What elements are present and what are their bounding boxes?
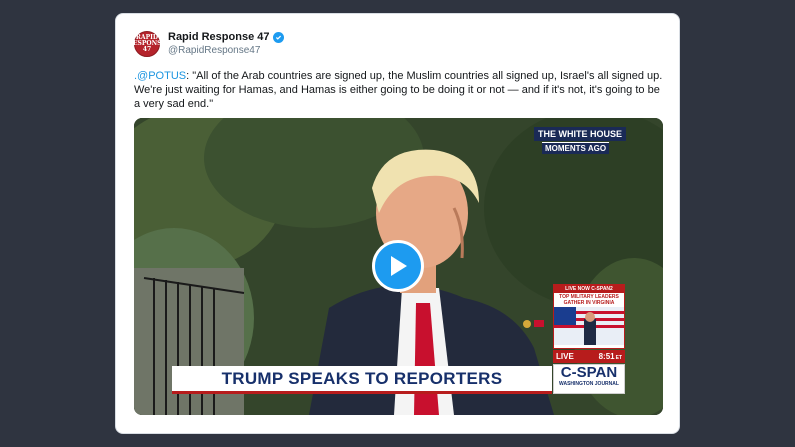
time-tag: MOMENTS AGO xyxy=(542,142,610,154)
tweet-body: : "All of the Arab countries are signed … xyxy=(134,70,663,110)
live-now-panel: LIVE NOW C-SPAN2 TOP MILITARY LEADERS GA… xyxy=(553,284,625,349)
live-thumbnail xyxy=(554,307,624,345)
video-player[interactable]: THE WHITE HOUSE MOMENTS AGO TRUMP SPEAKS… xyxy=(134,118,663,415)
live-headline: TOP MILITARY LEADERS GATHER IN VIRGINIA xyxy=(554,293,624,307)
network-subtitle: WASHINGTON JOURNAL xyxy=(559,381,619,387)
author-name-text[interactable]: Rapid Response 47 xyxy=(168,31,269,43)
network-logo: C-SPAN WASHINGTON JOURNAL xyxy=(553,364,625,394)
avatar[interactable]: RAPID RESPONSE 47 xyxy=(128,31,166,57)
clock-suffix: ET xyxy=(615,355,622,361)
live-label: LIVE xyxy=(556,352,574,361)
tweet-card: RAPID RESPONSE 47 Rapid Response 47 @Rap… xyxy=(115,13,680,434)
author-handle[interactable]: @RapidResponse47 xyxy=(168,45,260,56)
author-name[interactable]: Rapid Response 47 xyxy=(168,31,285,43)
tweet-text: .@POTUS: "All of the Arab countries are … xyxy=(134,69,664,111)
location-tag: THE WHITE HOUSE xyxy=(534,127,627,141)
lower-third-headline: TRUMP SPEAKS TO REPORTERS xyxy=(172,366,552,394)
play-button[interactable] xyxy=(372,240,424,292)
verified-badge-icon xyxy=(273,31,285,43)
clock-time: 8:51 xyxy=(598,352,615,361)
live-now-label: LIVE NOW C-SPAN2 xyxy=(554,285,624,293)
clock: 8:51ET xyxy=(599,352,622,361)
mention-link[interactable]: .@POTUS xyxy=(134,70,186,82)
network-logo-text: C-SPAN xyxy=(560,364,618,381)
live-clock-bar: LIVE 8:51ET xyxy=(553,350,625,363)
play-icon xyxy=(391,256,407,276)
